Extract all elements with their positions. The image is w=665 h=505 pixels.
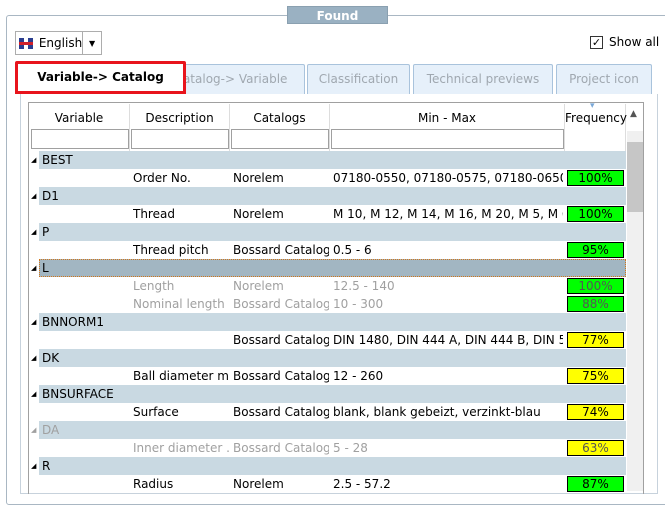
filter-description-input[interactable] [131,129,229,149]
variable-name: R [42,459,51,473]
frequency-badge: 87% [567,476,624,492]
variables-grid: Variable Description Catalogs Min - Max … [28,102,644,494]
min-max-cell: 12 - 260 [333,369,384,383]
variable-name: D1 [42,189,59,203]
description-cell: Order No. [133,171,191,185]
min-max-cell: blank, blank gebeizt, verzinkt-blau [333,405,541,419]
group-row[interactable]: ◢ DK [29,349,626,367]
group-row[interactable]: ◢ DA [29,421,626,439]
scrollbar-thumb[interactable] [627,142,643,212]
group-row[interactable]: ◢ P [29,223,626,241]
catalog-cell: Norelem [233,207,284,221]
filter-catalogs-input[interactable] [231,129,329,149]
frequency-badge: 74% [567,404,624,420]
table-row[interactable]: Ball diameter m... Bossard Catalog 12 - … [29,367,626,385]
frequency-badge: 88% [567,296,624,312]
variable-name: DK [42,351,60,365]
table-row[interactable]: Length Norelem 12.5 - 140 100% [29,277,626,295]
catalog-cell: Norelem [233,477,284,491]
variable-name: BNNORM1 [42,315,104,329]
group-row[interactable]: ◢ D1 [29,187,626,205]
variable-name: DA [42,423,60,437]
description-cell: Length [133,279,175,293]
filter-variable-input[interactable] [31,129,129,149]
table-row[interactable]: Thread pitch Bossard Catalog 0.5 - 6 95% [29,241,626,259]
min-max-cell: 5 - 28 [333,441,368,455]
group-row[interactable]: ◢ BNNORM1 [29,313,626,331]
show-all-checkbox[interactable]: ✓ Show all [590,35,659,49]
variable-name: L [42,261,49,275]
tab-project-icon[interactable]: Project icon [556,64,652,94]
collapse-triangle-icon[interactable]: ◢ [31,349,36,367]
filter-min-max-input[interactable] [331,129,564,149]
min-max-cell: 2.5 - 57.2 [333,477,391,491]
min-max-cell: 07180-0550, 07180-0575, 07180-0650, 071.… [333,171,563,185]
group-row[interactable]: ◢ BNSURFACE [29,385,626,403]
min-max-cell: DIN 1480, DIN 444 A, DIN 444 B, DIN 580,… [333,333,563,347]
frequency-badge: 100% [567,170,624,186]
column-header-frequency[interactable]: Frequency [565,104,627,152]
checkbox-icon[interactable]: ✓ [590,35,603,49]
min-max-cell: M 10, M 12, M 14, M 16, M 20, M 5, M 6, … [333,207,563,221]
collapse-triangle-icon[interactable]: ◢ [31,313,36,331]
min-max-cell: 10 - 300 [333,297,384,311]
table-row[interactable]: Inner diameter ... Bossard Catalog 5 - 2… [29,439,626,457]
group-row[interactable]: ◢ L [29,259,626,277]
description-cell: Thread [133,207,175,221]
table-row[interactable]: Radius Norelem 2.5 - 57.2 87% [29,475,626,493]
catalog-cell: Bossard Catalog [233,441,329,455]
tab-classification[interactable]: Classification [307,64,410,94]
description-cell: Inner diameter ... [133,441,229,455]
sort-indicator-icon: ▾ [590,101,595,111]
catalog-cell: Norelem [233,279,284,293]
table-row[interactable]: Surface Bossard Catalog blank, blank geb… [29,403,626,421]
table-row[interactable]: Thread Norelem M 10, M 12, M 14, M 16, M… [29,205,626,223]
tab-variable-catalog[interactable]: Variable-> Catalog [15,61,186,94]
collapse-triangle-icon[interactable]: ◢ [31,457,36,475]
min-max-cell: 0.5 - 6 [333,243,372,257]
frequency-badge: 100% [567,206,624,222]
catalog-cell: Bossard Catalog [233,333,329,347]
description-cell: Ball diameter m... [133,369,229,383]
variable-name: BEST [42,153,73,167]
collapse-triangle-icon[interactable]: ◢ [31,187,36,205]
language-value: English [38,36,83,50]
frequency-badge: 77% [567,332,624,348]
catalog-cell: Bossard Catalog [233,405,329,419]
group-row[interactable]: ◢ R [29,457,626,475]
catalog-cell: Norelem [233,171,284,185]
collapse-triangle-icon[interactable]: ◢ [31,259,36,277]
frequency-badge: 95% [567,242,624,258]
catalog-cell: Bossard Catalog [233,243,329,257]
description-cell: Surface [133,405,179,419]
min-max-cell: 12.5 - 140 [333,279,395,293]
collapse-triangle-icon[interactable]: ◢ [31,385,36,403]
frequency-badge: 75% [567,368,624,384]
catalog-cell: Bossard Catalog [233,369,329,383]
variable-name: BNSURFACE [42,387,114,401]
variable-name: P [42,225,50,239]
table-row[interactable]: Order No. Norelem 07180-0550, 07180-0575… [29,169,626,187]
frequency-badge: 63% [567,440,624,456]
scroll-up-icon[interactable]: ▲ [630,109,637,119]
frequency-badge: 100% [567,278,624,294]
collapse-triangle-icon[interactable]: ◢ [31,151,36,169]
collapse-triangle-icon[interactable]: ◢ [31,421,36,439]
chevron-down-icon[interactable]: ▼ [82,32,101,54]
description-cell: Thread pitch [133,243,209,257]
collapse-triangle-icon[interactable]: ◢ [31,223,36,241]
show-all-label: Show all [609,35,660,49]
table-row[interactable]: Nominal length Bossard Catalog 10 - 300 … [29,295,626,313]
description-cell: Nominal length [133,297,225,311]
uk-flag-icon [19,37,33,49]
table-row[interactable]: Bossard Catalog DIN 1480, DIN 444 A, DIN… [29,331,626,349]
group-title: Found variables [287,6,388,41]
group-row[interactable]: ◢ BEST [29,151,626,169]
language-dropdown[interactable]: English ▼ [15,31,102,55]
description-cell: Radius [133,477,174,491]
catalog-cell: Bossard Catalog [233,297,329,311]
tab-technical-previews[interactable]: Technical previews [413,64,553,94]
